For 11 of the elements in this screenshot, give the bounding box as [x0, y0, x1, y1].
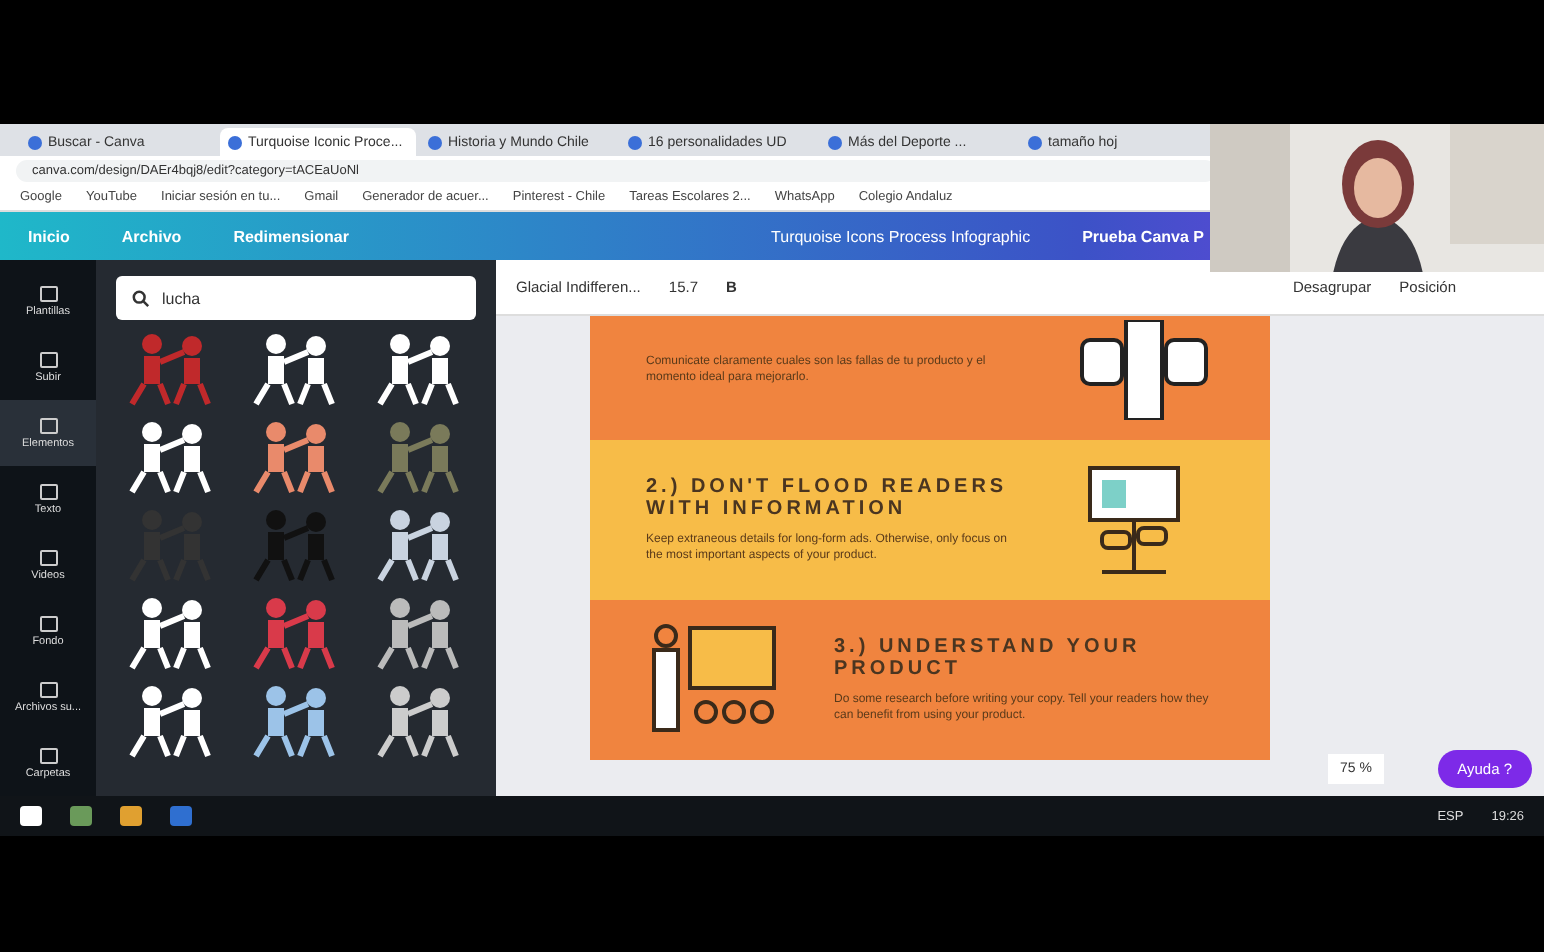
- fists-icon: [1074, 320, 1214, 420]
- upgrade-button[interactable]: Prueba Canva P: [1082, 227, 1204, 245]
- start-icon[interactable]: [20, 806, 42, 826]
- search-field[interactable]: lucha: [116, 276, 476, 320]
- section-heading: 3.) UNDERSTAND YOUR PRODUCT: [834, 635, 1143, 680]
- design-title[interactable]: Turquoise Icons Process Infographic: [771, 227, 1031, 245]
- app-icon[interactable]: [120, 806, 142, 826]
- app-icon[interactable]: [70, 806, 92, 826]
- section-heading: 2.) DON'T FLOOD READERS WITH INFORMATION: [646, 475, 1010, 520]
- search-icon: [132, 289, 150, 307]
- app-icon[interactable]: [170, 806, 192, 826]
